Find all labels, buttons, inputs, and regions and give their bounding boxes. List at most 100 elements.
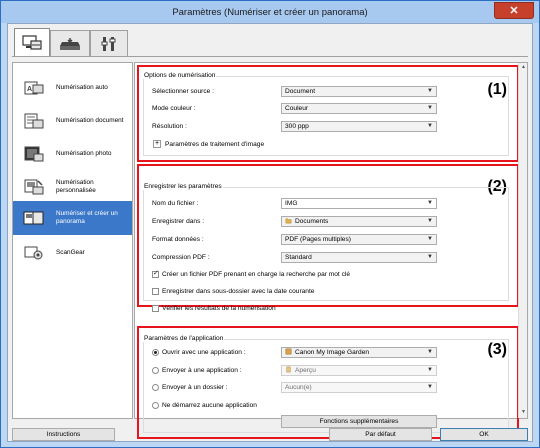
chevron-down-icon: ▼ [427,236,433,242]
settings-panel: (1) Options de numérisation Sélectionner… [134,62,528,439]
sidebar-item-label: Numériser et créer un panorama [56,210,118,225]
tab-divider [12,56,528,57]
color-mode-value: Couleur [285,105,309,112]
more-functions-button[interactable]: Fonctions supplémentaires [281,415,437,428]
source-select[interactable]: Document ▼ [281,86,437,97]
chevron-down-icon: ▼ [427,367,433,373]
image-settings-label: Paramètres de traitement d'image [165,141,265,148]
scangear-icon [24,246,43,260]
sidebar-item-stitch-scan[interactable]: Numériser et créer un panorama [13,201,132,235]
settings-window: Paramètres (Numériser et créer un panora… [0,0,540,448]
sidebar-item-label: Numérisation photo [56,150,112,157]
scan-mode-list: A Numérisation auto Numérisation documen… [12,62,133,419]
source-label: Sélectionner source : [152,88,214,95]
send-to-folder-label: Envoyer à un dossier : [162,384,228,391]
my-image-garden-icon [285,348,292,355]
vertical-scrollbar[interactable]: ▲ ▼ [518,63,527,418]
save-in-value: Documents [295,218,329,225]
sidebar-item-document-scan[interactable]: Numérisation document [13,106,132,136]
resolution-select[interactable]: 300 ppp ▼ [281,121,437,132]
send-to-app-radio[interactable]: Envoyer à une application : [152,367,242,374]
resolution-label: Résolution : [152,123,187,130]
verify-results-checkbox[interactable]: Vérifier les résultats de la numérisatio… [152,305,276,312]
filename-value: IMG [285,200,298,207]
chevron-down-icon: ▼ [427,349,433,355]
title-bar: Paramètres (Numériser et créer un panora… [1,1,539,23]
tab-general[interactable] [90,30,128,56]
custom-scan-icon [24,179,44,195]
pdf-compression-select[interactable]: Standard ▼ [281,252,437,263]
searchable-pdf-checkbox[interactable]: Créer un fichier PDF prenant en charge l… [152,269,351,278]
chevron-down-icon: ▼ [427,88,433,94]
subfolder-date-checkbox[interactable]: Enregistrer dans sous-dossier avec la da… [152,288,314,295]
chevron-down-icon: ▼ [427,384,433,390]
chevron-down-icon: ▼ [427,200,433,206]
searchable-pdf-label: Créer un fichier PDF prenant en charge l… [162,271,351,278]
resolution-value: 300 ppp [285,123,309,130]
send-to-app-label: Envoyer à une application : [162,367,242,374]
scanner-icon [60,37,80,50]
filename-label: Nom du fichier : [152,200,199,207]
sidebar-item-label: ScanGear [56,249,85,256]
data-format-select[interactable]: PDF (Pages multiples) ▼ [281,234,437,245]
save-in-label: Enregistrer dans : [152,218,205,225]
no-app-radio[interactable]: Ne démarrez aucune application [152,402,257,409]
send-to-folder-select[interactable]: Aucun(e) ▼ [281,382,437,393]
send-to-folder-value: Aucun(e) [285,384,312,391]
send-to-app-value: Aperçu [295,367,316,374]
radio-selected-icon [152,349,159,356]
folder-icon [285,218,292,224]
source-value: Document [285,88,316,95]
send-to-app-select[interactable]: Aperçu ▼ [281,365,437,376]
data-format-value: PDF (Pages multiples) [285,236,351,243]
sidebar-item-label: Numérisation document [56,117,124,124]
open-with-app-select[interactable]: Canon My Image Garden ▼ [281,347,437,358]
svg-text:A: A [27,86,32,93]
instructions-button[interactable]: Instructions [12,428,115,441]
color-mode-select[interactable]: Couleur ▼ [281,103,437,114]
scroll-up-icon[interactable]: ▲ [520,64,527,72]
verify-results-label: Vérifier les résultats de la numérisatio… [162,305,276,312]
save-settings-title: Enregistrer les paramètres [143,183,223,190]
sidebar-item-photo-scan[interactable]: Numérisation photo [13,139,132,169]
send-to-folder-radio[interactable]: Envoyer à un dossier : [152,384,228,391]
chevron-down-icon: ▼ [427,254,433,260]
checkbox-icon [152,305,159,312]
subfolder-date-label: Enregistrer dans sous-dossier avec la da… [162,288,315,295]
photo-scan-icon [24,146,44,162]
ok-button[interactable]: OK [440,428,528,441]
checkbox-checked-icon [152,269,159,278]
sidebar-item-label: Numérisation auto [56,84,108,91]
open-with-app-radio[interactable]: Ouvrir avec une application : [152,349,246,356]
save-in-select[interactable]: Documents ▼ [281,216,437,227]
scroll-down-icon[interactable]: ▼ [520,409,527,417]
sidebar-item-custom-scan[interactable]: Numérisation personnalisée [13,172,132,202]
client-area: A Numérisation auto Numérisation documen… [7,23,533,442]
close-button[interactable]: ✕ [494,2,534,19]
checkbox-icon [152,288,159,295]
open-with-app-label: Ouvrir avec une application : [162,349,246,356]
chevron-down-icon: ▼ [427,123,433,129]
sidebar-item-label: Numérisation personnalisée [56,179,96,194]
sidebar-item-auto-scan[interactable]: A Numérisation auto [13,73,132,103]
no-app-label: Ne démarrez aucune application [162,402,257,409]
auto-scan-icon: A [24,81,44,95]
window-title: Paramètres (Numériser et créer un panora… [172,6,368,18]
expand-image-settings-button[interactable]: + [153,140,161,148]
chevron-down-icon: ▼ [427,218,433,224]
filename-input[interactable]: IMG ▼ [281,198,437,209]
scan-settings-icon [22,35,42,50]
pdf-compression-label: Compression PDF : [152,254,210,261]
tab-scan-from-computer[interactable] [14,28,50,57]
defaults-button[interactable]: Par défaut [329,428,432,441]
data-format-label: Format données : [152,236,204,243]
sidebar-item-scangear[interactable]: ScanGear [13,238,132,268]
pdf-compression-value: Standard [285,254,312,261]
app-settings-title: Paramètres de l'application [143,335,225,342]
radio-icon [152,384,159,391]
open-with-app-value: Canon My Image Garden [295,349,370,356]
tab-scanner[interactable] [50,30,90,56]
chevron-down-icon: ▼ [427,105,433,111]
radio-icon [152,402,159,409]
stitch-scan-icon [23,211,44,225]
